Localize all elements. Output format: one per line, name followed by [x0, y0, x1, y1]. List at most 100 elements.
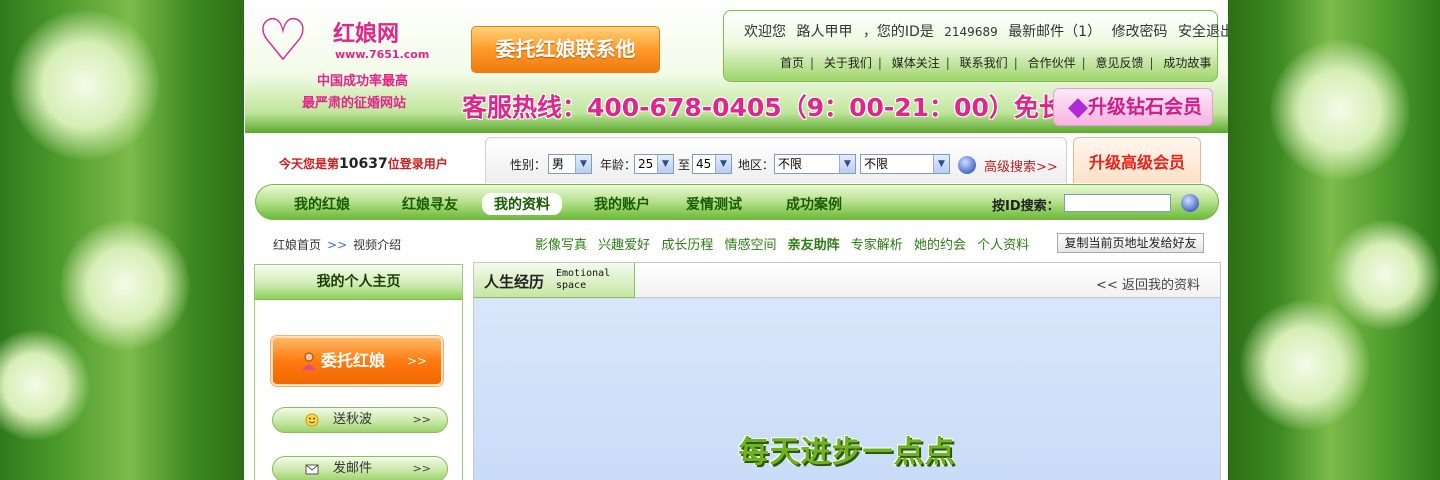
nav-my-matchmaker[interactable]: 我的红娘	[294, 194, 350, 214]
dropdown-arrow-icon: ▼	[715, 155, 731, 173]
advanced-search-link[interactable]: 高级搜索>>	[984, 156, 1058, 175]
top-link-partners[interactable]: 合作伙伴	[1028, 56, 1076, 70]
upgrade-diamond-button[interactable]: ◆ 升级钻石会员	[1053, 88, 1213, 126]
search-icon[interactable]	[1181, 194, 1199, 212]
header: ♡ 红娘网 www.7651.com 中国成功率最高 最严肃的征婚网站 委托红娘…	[245, 0, 1228, 133]
subnav-growth[interactable]: 成长历程	[661, 238, 713, 253]
video-caption: 每天进步一点点	[738, 435, 956, 470]
breadcrumb-separator: >>	[327, 238, 348, 252]
video-player[interactable]: 每天进步一点点	[474, 299, 1220, 480]
diamond-icon: ◆	[1068, 92, 1088, 122]
subnav-emotion[interactable]: 情感空间	[724, 238, 776, 253]
breadcrumb-home[interactable]: 红娘首页	[273, 238, 321, 252]
site-logo[interactable]: ♡ 红娘网 www.7651.com 中国成功率最高 最严肃的征婚网站	[257, 10, 429, 120]
region-label: 地区：	[738, 158, 775, 172]
send-wink-label: 送秋波	[333, 412, 373, 427]
double-chevron-left-icon: <<	[1096, 278, 1118, 293]
entrust-label: 委托红娘	[321, 351, 386, 370]
login-count-number: 10637	[339, 156, 388, 172]
chevron-right-icon: >>	[412, 413, 431, 426]
login-count-prefix: 今天您是第	[279, 157, 340, 171]
region-city-select[interactable]: 不限 ▼	[860, 154, 950, 174]
dropdown-arrow-icon: ▼	[575, 155, 591, 173]
login-count-suffix: 位登录用户	[387, 157, 448, 171]
nav-find-friends[interactable]: 红娘寻友	[402, 194, 458, 214]
dropdown-arrow-icon: ▼	[657, 155, 673, 173]
username: 路人甲甲	[796, 24, 853, 40]
age-to-select[interactable]: 45 ▼	[692, 154, 732, 174]
sidebar: 我的个人主页 委托红娘 >> 送秋波 >> 发邮件 >>	[254, 264, 463, 480]
top-link-about[interactable]: 关于我们	[824, 56, 872, 70]
send-wink-button[interactable]: 送秋波 >>	[272, 407, 448, 433]
logo-url: www.7651.com	[335, 48, 430, 61]
id-search-input[interactable]	[1064, 194, 1171, 212]
chevron-right-icon: >>	[406, 354, 427, 368]
login-count: 今天您是第10637位登录用户	[279, 155, 448, 172]
welcome-text: 欢迎您	[744, 24, 786, 40]
dropdown-arrow-icon: ▼	[839, 155, 855, 173]
age-to-label: 至	[678, 158, 691, 172]
nav-success-cases[interactable]: 成功案例	[786, 194, 842, 214]
envelope-icon	[305, 464, 319, 475]
subnav-friends[interactable]: 亲友助阵	[788, 238, 840, 253]
dropdown-arrow-icon: ▼	[933, 155, 949, 173]
logout-link[interactable]: 安全退出	[1178, 24, 1228, 40]
subnav-interests[interactable]: 兴趣爱好	[598, 238, 650, 253]
back-to-profile-link[interactable]: << 返回我的资料	[1096, 274, 1200, 293]
subnav-photos[interactable]: 影像写真	[535, 238, 587, 253]
top-links: 首页 | 关于我们 | 媒体关注 | 联系我们 | 合作伙伴 | 意见反馈 | 成功故事	[780, 56, 1212, 70]
nav-my-profile[interactable]: 我的资料	[482, 193, 562, 215]
page-container: ♡ 红娘网 www.7651.com 中国成功率最高 最严肃的征婚网站 委托红娘…	[245, 0, 1228, 480]
send-mail-label: 发邮件	[333, 461, 373, 476]
entrust-button[interactable]: 委托红娘 >>	[271, 336, 443, 386]
search-icon[interactable]	[958, 156, 976, 174]
age-from-value: 25	[638, 157, 654, 171]
main-nav: 我的红娘 红娘寻友 我的资料 我的账户 爱情测试 成功案例 按ID搜索：	[255, 184, 1219, 220]
change-password-link[interactable]: 修改密码	[1112, 24, 1168, 40]
nav-my-account[interactable]: 我的账户	[594, 194, 650, 214]
breadcrumb: 红娘首页 >> 视频介绍	[273, 236, 401, 253]
logo-name: 红娘网	[333, 21, 400, 47]
back-link-label: 返回我的资料	[1121, 278, 1200, 293]
top-link-contact[interactable]: 联系我们	[960, 56, 1008, 70]
welcome-line: 欢迎您 路人甲甲 ，您的ID是 2149689 最新邮件（1） 修改密码 安全退…	[744, 21, 1228, 41]
chevron-right-icon: >>	[412, 462, 431, 475]
hotline-banner: 客服热线：400-678-0405（9：00-21：00）免长途	[462, 93, 1089, 122]
nav-love-test[interactable]: 爱情测试	[686, 194, 742, 214]
gender-label: 性别：	[510, 158, 547, 172]
region-province-select[interactable]: 不限 ▼	[774, 154, 856, 174]
upgrade-premium-tab[interactable]: 升级高级会员	[1073, 137, 1201, 183]
id-search-label: 按ID搜索：	[992, 199, 1060, 214]
entrust-matchmaker-button[interactable]: 委托红娘联系他	[471, 26, 660, 73]
copy-url-button[interactable]: 复制当前页地址发给好友	[1057, 233, 1204, 253]
new-mail-link[interactable]: 最新邮件（1）	[1008, 24, 1101, 40]
subnav-dates[interactable]: 她的约会	[914, 238, 966, 253]
tab-life-experience[interactable]: 人生经历 Emotional space	[474, 263, 635, 298]
person-icon	[302, 352, 316, 370]
age-from-select[interactable]: 25 ▼	[634, 154, 674, 174]
top-link-feedback[interactable]: 意见反馈	[1095, 56, 1143, 70]
top-link-stories[interactable]: 成功故事	[1163, 56, 1211, 70]
age-label: 年龄：	[600, 158, 637, 172]
background-flower	[1240, 300, 1370, 430]
user-id-label: ，您的ID是	[862, 24, 934, 40]
main-content: 人生经历 Emotional space << 返回我的资料 每天进步一点点	[473, 262, 1221, 480]
content-header: 人生经历 Emotional space << 返回我的资料	[474, 263, 1220, 298]
tab-title-cn: 人生经历	[484, 273, 545, 291]
background-flower	[1330, 220, 1440, 330]
user-id: 2149689	[944, 25, 998, 39]
gender-select[interactable]: 男 ▼	[548, 154, 592, 174]
tab-title-en: Emotional space	[556, 268, 611, 291]
quick-search-bar: 性别： 男 ▼ 年龄： 25 ▼ 至 45 ▼ 地区： 不限 ▼ 不限 ▼ 高级搜索>>	[485, 137, 1067, 183]
slogan-line-2: 最严肃的征婚网站	[302, 96, 407, 111]
send-mail-button[interactable]: 发邮件 >>	[272, 456, 448, 480]
background-flower	[60, 220, 190, 350]
smiley-icon	[305, 413, 319, 427]
slogan-line-1: 中国成功率最高	[317, 74, 409, 89]
age-to-value: 45	[696, 157, 712, 171]
background-flower	[10, 10, 160, 160]
subnav-expert[interactable]: 专家解析	[851, 238, 903, 253]
top-link-media[interactable]: 媒体关注	[892, 56, 940, 70]
top-link-home[interactable]: 首页	[780, 56, 804, 70]
subnav-personal-info[interactable]: 个人资料	[977, 238, 1029, 253]
